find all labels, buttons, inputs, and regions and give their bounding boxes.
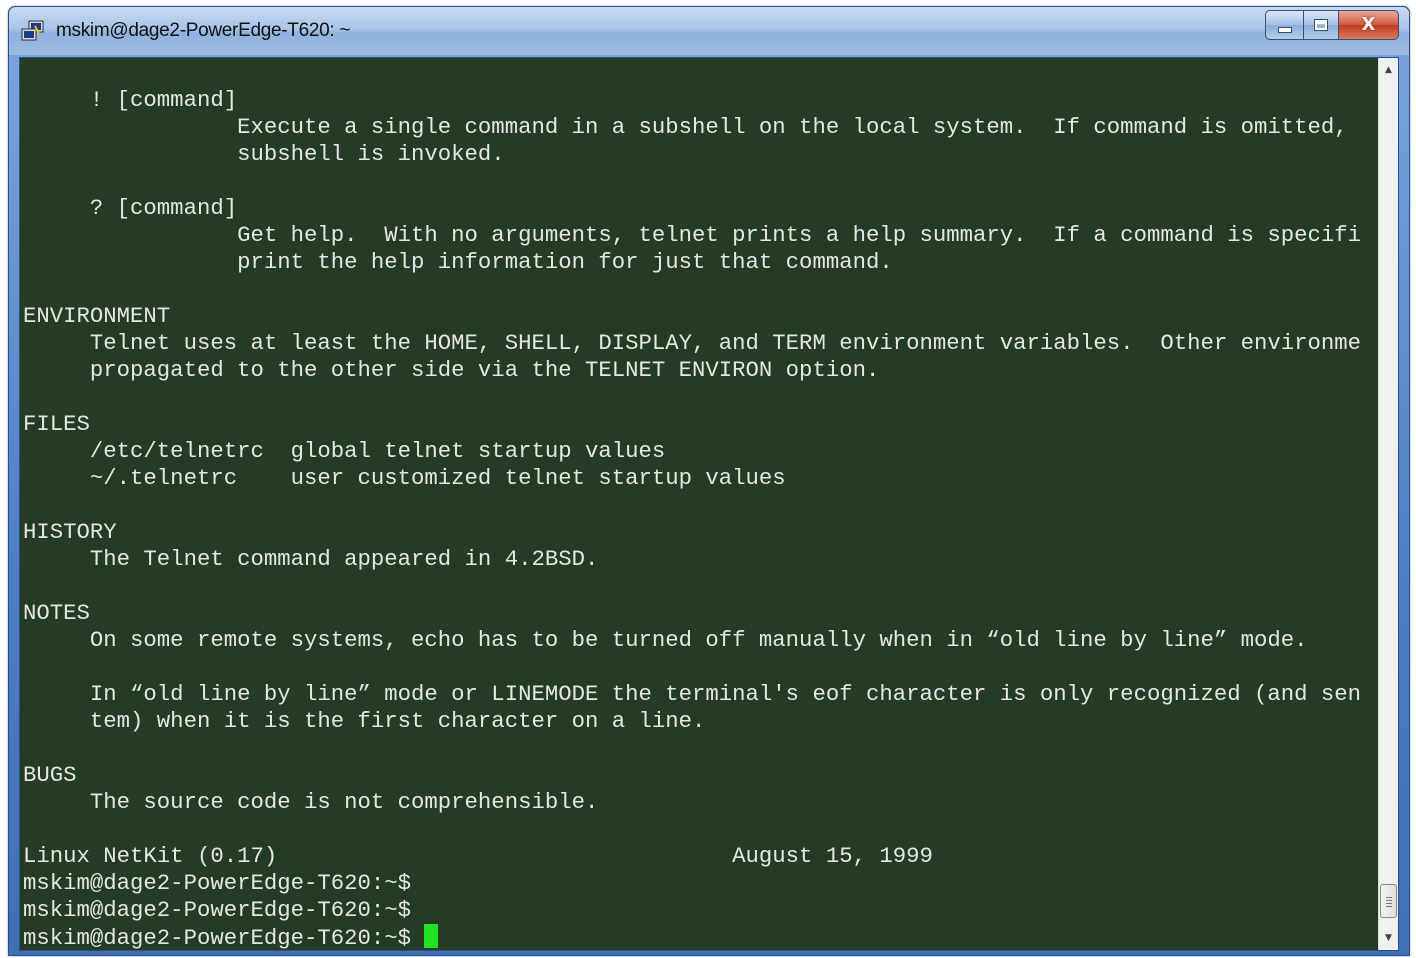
grip-line <box>1386 897 1392 898</box>
terminal-line-text: mskim@dage2-PowerEdge-T620:~$ <box>23 925 425 950</box>
close-icon: X <box>1361 14 1376 35</box>
terminal-line: The source code is not comprehensible. <box>23 789 1361 816</box>
terminal-line-text: print the help information for just that… <box>23 249 893 275</box>
terminal-line-text: mskim@dage2-PowerEdge-T620:~$ <box>23 870 412 896</box>
window-controls: X <box>1265 10 1399 42</box>
terminal-output: ! [command] Execute a single command in … <box>23 87 1361 950</box>
terminal-line: mskim@dage2-PowerEdge-T620:~$ <box>23 924 1361 950</box>
terminal-line-text: FILES <box>23 411 90 437</box>
terminal-line: Get help. With no arguments, telnet prin… <box>23 222 1361 249</box>
terminal-line: The Telnet command appeared in 4.2BSD. <box>23 546 1361 573</box>
terminal-line-text: Get help. With no arguments, telnet prin… <box>23 222 1362 248</box>
title-bar[interactable]: mskim@dage2-PowerEdge-T620: ~ X <box>9 7 1409 55</box>
terminal-line-text: Linux NetKit (0.17) August 15, 1999 <box>23 843 933 869</box>
terminal-line: ENVIRONMENT <box>23 303 1361 330</box>
terminal-cursor <box>424 924 439 948</box>
grip-line <box>1386 903 1392 904</box>
terminal-window: mskim@dage2-PowerEdge-T620: ~ X ! [comma… <box>8 6 1410 956</box>
terminal-line: HISTORY <box>23 519 1361 546</box>
terminal-line: Telnet uses at least the HOME, SHELL, DI… <box>23 330 1361 357</box>
terminal-line: On some remote systems, echo has to be t… <box>23 627 1361 654</box>
terminal-line: propagated to the other side via the TEL… <box>23 357 1361 384</box>
window-client-area: ! [command] Execute a single command in … <box>19 57 1399 951</box>
close-button[interactable]: X <box>1339 10 1399 40</box>
terminal-line-text: ENVIRONMENT <box>23 303 171 329</box>
terminal-line-text: /etc/telnetrc global telnet startup valu… <box>23 438 666 464</box>
terminal-line: Linux NetKit (0.17) August 15, 1999 <box>23 843 1361 870</box>
terminal-line-text: The source code is not comprehensible. <box>23 789 599 815</box>
terminal-line: mskim@dage2-PowerEdge-T620:~$ <box>23 870 1361 897</box>
maximize-icon <box>1314 19 1328 31</box>
terminal-screen[interactable]: ! [command] Execute a single command in … <box>20 58 1378 950</box>
terminal-line-text: On some remote systems, echo has to be t… <box>23 627 1308 653</box>
vertical-scrollbar[interactable]: ▲ ▼ <box>1378 58 1398 950</box>
terminal-line-text: BUGS <box>23 762 77 788</box>
terminal-line-text: HISTORY <box>23 519 117 545</box>
terminal-line-text: ? [command] <box>23 195 238 221</box>
scrollbar-thumb[interactable] <box>1380 884 1397 918</box>
terminal-line: ~/.telnetrc user customized telnet start… <box>23 465 1361 492</box>
terminal-line: FILES <box>23 411 1361 438</box>
grip-line <box>1386 906 1392 907</box>
terminal-line: /etc/telnetrc global telnet startup valu… <box>23 438 1361 465</box>
terminal-line: In “old line by line” mode or LINEMODE t… <box>23 681 1361 708</box>
maximize-button[interactable] <box>1303 10 1339 40</box>
terminal-line-text: propagated to the other side via the TEL… <box>23 357 880 383</box>
terminal-line: tem) when it is the first character on a… <box>23 708 1361 735</box>
terminal-line-text: mskim@dage2-PowerEdge-T620:~$ <box>23 897 412 923</box>
grip-line <box>1386 900 1392 901</box>
putty-icon[interactable] <box>21 20 45 42</box>
terminal-line-text: ! [command] <box>23 87 238 113</box>
terminal-line-text: ~/.telnetrc user customized telnet start… <box>23 465 786 491</box>
terminal-line: BUGS <box>23 762 1361 789</box>
scroll-up-arrow-icon[interactable]: ▲ <box>1379 60 1398 80</box>
terminal-line-text: tem) when it is the first character on a… <box>23 708 706 734</box>
terminal-line-text: In “old line by line” mode or LINEMODE t… <box>23 681 1362 707</box>
terminal-line: Execute a single command in a subshell o… <box>23 114 1361 141</box>
scroll-down-arrow-icon[interactable]: ▼ <box>1379 928 1398 948</box>
window-title: mskim@dage2-PowerEdge-T620: ~ <box>56 20 351 41</box>
minimize-button[interactable] <box>1265 10 1303 40</box>
terminal-line: subshell is invoked. <box>23 141 1361 168</box>
terminal-line: ! [command] <box>23 87 1361 114</box>
terminal-line-text: The Telnet command appeared in 4.2BSD. <box>23 546 599 572</box>
terminal-line: NOTES <box>23 600 1361 627</box>
minimize-icon <box>1277 27 1292 33</box>
terminal-line-text: Execute a single command in a subshell o… <box>23 114 1348 140</box>
terminal-line-text: NOTES <box>23 600 90 626</box>
terminal-line: mskim@dage2-PowerEdge-T620:~$ <box>23 897 1361 924</box>
terminal-line: print the help information for just that… <box>23 249 1361 276</box>
terminal-line-text: Telnet uses at least the HOME, SHELL, DI… <box>23 330 1362 356</box>
terminal-line-text: subshell is invoked. <box>23 141 505 167</box>
terminal-line: ? [command] <box>23 195 1361 222</box>
